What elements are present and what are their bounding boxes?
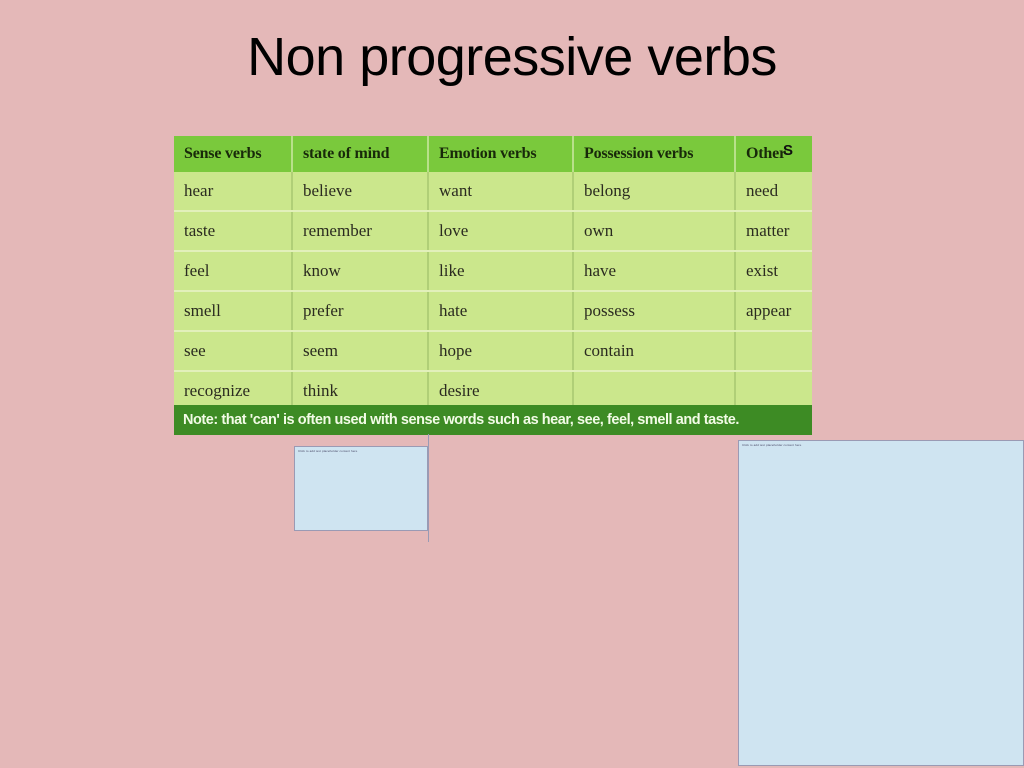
content-placeholder-large[interactable]: Click to add text placeholder content he… (738, 440, 1024, 766)
content-placeholder-small[interactable]: Click to add text placeholder content he… (294, 446, 428, 531)
table-cell (735, 331, 812, 372)
column-header-emotion-verbs: Emotion verbs (428, 136, 574, 172)
column-header-other: Other (735, 136, 812, 172)
column-header-possession-verbs: Possession verbs (573, 136, 736, 172)
table-cell: hope (428, 331, 574, 372)
column-header-state-of-mind: state of mind (292, 136, 429, 172)
placeholder-hint-text: Click to add text placeholder content he… (742, 443, 802, 447)
stray-letter-overlay: S (783, 142, 794, 159)
table-cell: exist (735, 251, 812, 292)
table-cell: belong (573, 172, 736, 212)
table-cell: seem (292, 331, 429, 372)
table-cell: love (428, 211, 574, 252)
table-cell: believe (292, 172, 429, 212)
page-title: Non progressive verbs (247, 27, 777, 87)
table-cell: want (428, 172, 574, 212)
placeholder-guide-line (428, 434, 429, 542)
verb-table-block: Sense verbs state of mind Emotion verbs … (174, 136, 812, 410)
table-cell: have (573, 251, 736, 292)
table-cell: own (573, 211, 736, 252)
table-cell: prefer (292, 291, 429, 332)
non-progressive-verbs-table: Sense verbs state of mind Emotion verbs … (174, 136, 812, 410)
table-cell: hate (428, 291, 574, 332)
table-row: feel know like have exist (174, 251, 812, 292)
table-cell: know (292, 251, 429, 292)
table-cell: hear (174, 172, 293, 212)
table-row: taste remember love own matter (174, 211, 812, 252)
table-cell: taste (174, 211, 293, 252)
table-cell: see (174, 331, 293, 372)
table-cell: need (735, 172, 812, 212)
table-row: hear believe want belong need (174, 172, 812, 212)
table-cell: appear (735, 291, 812, 332)
table-row: smell prefer hate possess appear (174, 291, 812, 332)
column-header-sense-verbs: Sense verbs (174, 136, 293, 172)
table-cell: possess (573, 291, 736, 332)
table-cell: contain (573, 331, 736, 372)
table-cell: feel (174, 251, 293, 292)
table-row: see seem hope contain (174, 331, 812, 372)
table-cell: smell (174, 291, 293, 332)
table-cell: like (428, 251, 574, 292)
table-cell: remember (292, 211, 429, 252)
table-cell: matter (735, 211, 812, 252)
table-header-row: Sense verbs state of mind Emotion verbs … (174, 136, 812, 172)
placeholder-hint-text: Click to add text placeholder content he… (298, 449, 358, 453)
table-note-bar: Note: that 'can' is often used with sens… (174, 405, 812, 435)
